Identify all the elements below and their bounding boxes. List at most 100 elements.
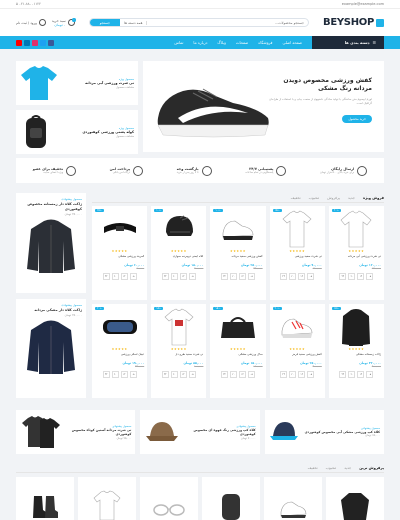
tab-popular[interactable]: محبوب xyxy=(309,196,320,200)
countdown-cell: ۱۲ xyxy=(179,371,187,378)
product-card[interactable]: -۱۵٪ ★★★★★ تی شرت سفید ورزشی ۹۰,۰۰۰ تومان ۱۱… xyxy=(269,206,325,300)
tab-bestseller[interactable]: پرفروش xyxy=(327,196,340,200)
product-name[interactable]: تی شرت ورزشی آبی مردانه xyxy=(332,254,381,262)
product-name[interactable]: تی شرت سفید ورزشی xyxy=(273,254,322,262)
side-promo-tshirt[interactable]: محصول ویژه تی شرت ورزشی آبی مردانه مشاهد… xyxy=(16,61,138,105)
countdown-cell: ۲۲ xyxy=(221,371,229,378)
product-name[interactable]: ژاکت زمستانه مشکی xyxy=(332,352,381,360)
account-button[interactable]: ورود / ثبت نام xyxy=(16,19,46,26)
promo-jacket-1[interactable]: محصول پیشنهادی ژاکت کلاه دار زمستانه مخص… xyxy=(16,193,86,293)
backpack-image xyxy=(26,115,46,148)
countdown-cell: ۰۵ xyxy=(307,273,315,280)
product-card[interactable] xyxy=(326,477,384,520)
product-card[interactable]: -۱۵٪ ★★★★★ ژاکت زمستانه مشکی ۴۲۰,۰۰۰ تومان ۵… xyxy=(328,304,384,398)
categories-button[interactable]: ☰ دسته بندی ها xyxy=(312,36,384,49)
countdown: ۰۵ ۱۲ ۴۰ ۲۲ xyxy=(154,371,203,378)
gym-bag-image xyxy=(213,307,262,347)
cart-button[interactable]: ۰ سبد خرید ۰ تومان xyxy=(52,18,76,27)
feature-sub: تا ۷ روز پس از خرید xyxy=(176,171,199,174)
rating-stars: ★★★★★ xyxy=(111,347,128,351)
product-card[interactable] xyxy=(264,477,322,520)
instagram-icon[interactable] xyxy=(32,39,38,46)
product-name[interactable]: عینک اسکی ورزشی xyxy=(95,352,144,360)
product-name[interactable]: کمربند ورزشی مشکی xyxy=(95,254,144,262)
product-card[interactable] xyxy=(140,477,198,520)
discount-badge: -۱۵٪ xyxy=(213,307,223,310)
tab-special[interactable]: فروش ویژه xyxy=(363,196,384,200)
countdown-cell: ۱۲ xyxy=(239,371,247,378)
tab-new[interactable]: جدید xyxy=(348,196,355,200)
search-category-select[interactable]: همه دسته ها xyxy=(120,20,148,25)
hero-cta-button[interactable]: خرید محصول xyxy=(342,115,372,123)
product-card[interactable]: -۲۰٪ ★★★★★ کفش ورزشی سفید قرمز ۲۵۰,۰۰۰ توما… xyxy=(269,304,325,398)
nav-item-shop[interactable]: فروشگاه xyxy=(258,40,272,45)
banner-title: کلاه کپ ورزشی رنگ قهوه ای مخصوص کوهنوردی xyxy=(193,427,256,437)
email-text: example@example.com xyxy=(341,2,384,6)
promo-jacket-2[interactable]: محصول پیشنهادی ژاکت کلاه دار مشکی مردانه… xyxy=(16,298,86,398)
nav-item-pages[interactable]: صفحات xyxy=(236,40,248,45)
product-card[interactable]: -۲۰٪ ★★★★★ تی شرت ورزشی آبی مردانه ۱۲۰,۰۰۰ … xyxy=(328,206,384,300)
tab-new[interactable]: جدید xyxy=(344,466,351,470)
headset-icon xyxy=(276,165,287,176)
tab-discount[interactable]: تخفیف xyxy=(291,196,301,200)
product-card[interactable] xyxy=(202,477,260,520)
product-card[interactable]: -۲۵٪ ★★★★★ کمربند ورزشی مشکی ۶۰,۰۰۰ تومان ۸۰… xyxy=(92,206,148,300)
product-old-price: ۱۸۰,۰۰۰ xyxy=(253,365,263,368)
banner-cap-2[interactable]: محصول پیشنهادی کلاه کپ ورزشی رنگ قهوه ای … xyxy=(140,410,260,454)
tshirt-image xyxy=(154,307,203,347)
product-name[interactable]: تی شرت سفید طرح دار xyxy=(154,352,203,360)
product-card[interactable]: -۱۰٪ ★★★★★ کفش ورزشی سفید مردانه ۲۸۰,۰۰۰ تو… xyxy=(210,206,266,300)
product-card[interactable] xyxy=(16,477,74,520)
rating-stars: ★★★★★ xyxy=(348,249,365,253)
banner-cap-1[interactable]: محصول پیشنهادی کلاه کپ ورزشی مشکی آبی مخص… xyxy=(264,410,384,454)
rating-stars: ★★★★★ xyxy=(170,347,187,351)
facebook-icon[interactable] xyxy=(48,39,54,46)
countdown-cell: ۲۲ xyxy=(280,371,288,378)
product-card[interactable]: -۱۵٪ ★★★★★ تی شرت سفید طرح دار ۸۵,۰۰۰ تومان… xyxy=(151,304,207,398)
jacket-image xyxy=(332,307,381,347)
twitter-icon[interactable] xyxy=(40,39,46,46)
countdown-cell: ۲۲ xyxy=(161,273,169,280)
product-card[interactable]: -۱۵٪ ★★★★★ ساک ورزشی مشکی ۱۵۰,۰۰۰ تومان ۱۸۰,… xyxy=(210,304,266,398)
search-button[interactable]: جستجو xyxy=(89,19,121,26)
menu-icon: ☰ xyxy=(372,40,376,45)
countdown-cell: ۰۵ xyxy=(248,273,256,280)
tab-popular[interactable]: محبوب xyxy=(326,466,337,470)
shoe-image xyxy=(213,209,262,249)
banner-tshirts[interactable]: محصول پیشنهادی تی شرت مردانه آستین کوتاه … xyxy=(16,410,136,454)
product-old-price: ۲۰۰,۰۰۰ xyxy=(194,267,204,270)
product-name[interactable]: کفش ورزشی سفید قرمز xyxy=(273,352,322,360)
countdown-cell: ۴۰ xyxy=(230,273,238,280)
countdown-cell: ۴۰ xyxy=(230,371,238,378)
bestsellers-section: پرفروش ترین جدید محبوب تخفیف xyxy=(16,463,384,520)
product-card[interactable]: -۲۰٪ ★★★★★ عینک اسکی ورزشی ۱۹۰,۰۰۰ تومان ۲۳۰… xyxy=(92,304,148,398)
youtube-icon[interactable] xyxy=(16,39,22,46)
countdown-cell: ۲۲ xyxy=(102,273,110,280)
side-promo-backpack[interactable]: محصول ویژه کوله پشتی ورزشی کوهنوردی مشاه… xyxy=(16,110,138,154)
discount-badge: -۱۰٪ xyxy=(154,209,164,212)
countdown-cell: ۴۰ xyxy=(170,273,178,280)
linkedin-icon[interactable] xyxy=(24,39,30,46)
tab-discount[interactable]: تخفیف xyxy=(308,466,318,470)
nav-item-blog[interactable]: وبلاگ xyxy=(217,40,226,45)
banner-price: ۹۵,۰۰۰ تومان xyxy=(116,436,132,440)
hero-shoe-image xyxy=(157,88,269,138)
truck-icon xyxy=(357,165,368,176)
product-name[interactable]: ساک ورزشی مشکی xyxy=(213,352,263,360)
product-name[interactable]: کفش ورزشی سفید مردانه xyxy=(213,254,262,262)
product-name[interactable]: کلاه ایمنی دوچرخه سواری xyxy=(154,254,204,262)
nav-item-about[interactable]: درباره ما xyxy=(193,40,207,45)
nav-item-home[interactable]: صفحه اصلی xyxy=(282,40,302,45)
discount-badge: -۱۵٪ xyxy=(272,209,282,212)
shield-icon xyxy=(133,165,144,176)
tab-bestseller[interactable]: پرفروش ترین xyxy=(359,466,384,470)
product-card[interactable]: -۱۰٪ ★★★★★ کلاه ایمنی دوچرخه سواری ۱۸۰,۰۰۰ … xyxy=(151,206,207,300)
product-card[interactable] xyxy=(78,477,136,520)
promo-price: ۳۵۰,۰۰۰ تومان xyxy=(64,312,82,317)
hero-banner[interactable]: کفش ورزشی مخصوص دویدن مردانه رنگ مشکی لو… xyxy=(143,61,384,152)
product-old-price: ۸۰,۰۰۰ xyxy=(136,267,145,270)
logo[interactable]: BEYSHOP xyxy=(323,17,384,28)
search-input[interactable] xyxy=(147,19,308,26)
nav-item-contact[interactable]: تماس xyxy=(174,40,183,45)
countdown-cell: ۴۰ xyxy=(348,273,356,280)
